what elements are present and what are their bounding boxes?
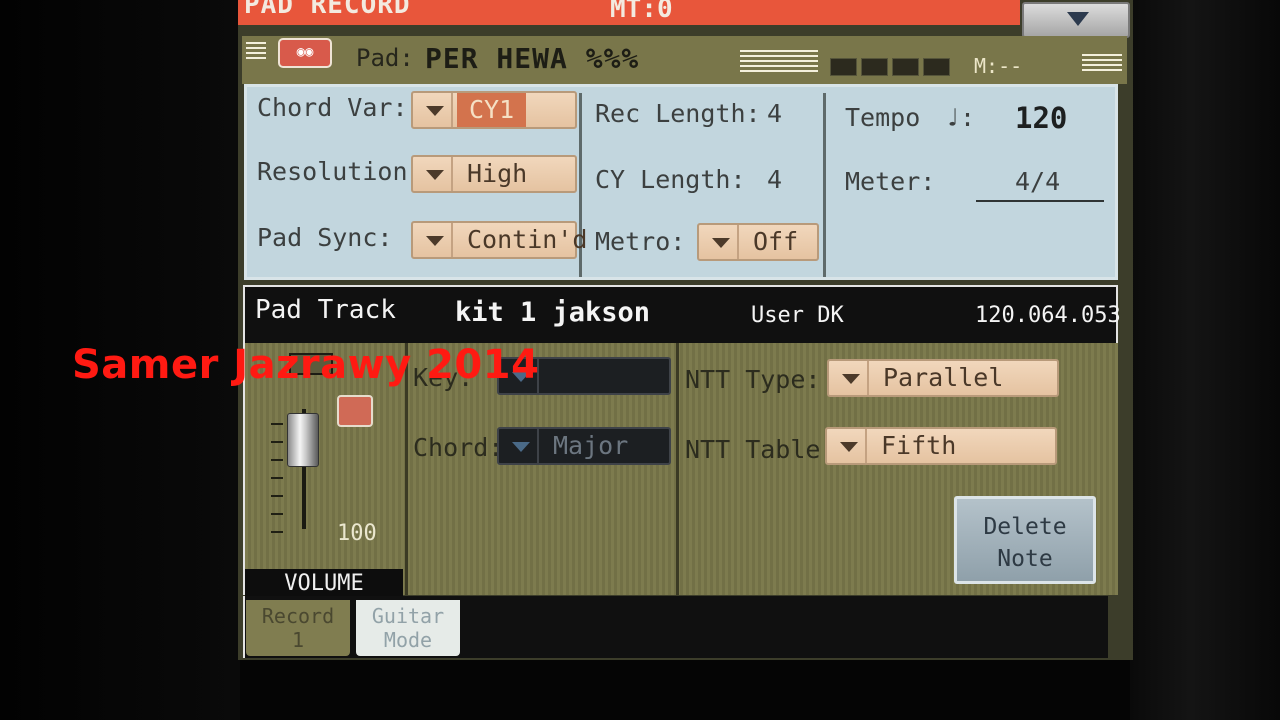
meter-value[interactable]: 4/4 [1015,167,1060,196]
ntt-type-value: Parallel [883,363,1004,392]
rec-length-value[interactable]: 4 [767,99,782,128]
track-address: 120.064.053 [975,303,1121,328]
delete-note-label-line2: Note [997,546,1053,572]
mt-indicator: MT:0 [610,0,673,24]
track-bank: User DK [751,303,844,328]
resolution-label: Resolution: [257,157,423,186]
pad-label: Pad: [356,44,414,72]
metro-label: Metro: [595,227,686,256]
pad-sync-value: Contin'd [467,225,588,254]
volume-label: VOLUME [245,569,403,599]
page-menu-button[interactable] [1022,2,1130,38]
track-name: kit 1 jakson [455,297,651,328]
fader-scale [271,423,283,535]
track-header: Pad Track kit 1 jakson User DK 120.064.0… [243,285,1121,343]
dropdown-arrow-icon [419,157,453,191]
pad-sync-label: Pad Sync: [257,223,393,252]
pad-name[interactable]: PER HEWA %%% [425,42,639,75]
bezel-right [1130,0,1280,720]
meter-label: Meter: [845,167,936,196]
ntt-type-dropdown[interactable]: Parallel [827,359,1059,397]
track-label: Pad Track [255,295,396,325]
tempo-label: Tempo [845,103,921,132]
dropdown-arrow-icon [835,361,869,395]
metro-value: Off [753,227,799,256]
tempo-value[interactable]: 120 [1015,101,1067,135]
chord-label: Chord: [413,433,504,462]
delete-note-button[interactable]: Delete Note [954,496,1096,584]
cy-length-value[interactable]: 4 [767,165,782,194]
volume-value: 100 [337,521,377,546]
dropdown-arrow-icon [705,225,739,259]
lines-icon [740,50,818,72]
delete-note-label-line1: Delete [983,514,1067,540]
tab-record-1[interactable]: Record 1 [246,600,350,656]
chord-dropdown[interactable]: Major [497,427,671,465]
chevron-down-icon [1067,12,1089,26]
dropdown-arrow-icon [833,429,867,463]
divider [676,343,679,595]
resolution-value: High [467,159,528,188]
rec-length-label: Rec Length: [595,99,761,128]
dropdown-arrow-icon [419,93,453,127]
chord-var-label: Chord Var: [257,93,408,122]
dropdown-arrow-icon [419,223,453,257]
cy-length-label: CY Length: [595,165,746,194]
watermark-text: Samer Jazrawy 2014 [72,342,540,388]
tab-label: Guitar [371,604,445,628]
page-title: PAD RECORD [244,0,411,20]
pad-header: ◉◉ Pad: PER HEWA %%% M:-- [242,36,1127,84]
tab-label: 1 [291,628,305,652]
ntt-table-value: Fifth [881,431,957,460]
chord-var-value: CY1 [457,93,527,127]
title-bar: PAD RECORD MT:0 [238,0,1020,25]
tab-label: Mode [383,628,433,652]
grip-icon [246,42,266,62]
settings-panel: Chord Var: CY1 Resolution: High Pad Sync… [244,84,1118,280]
beat-meter [830,58,950,76]
tape-record-icon [337,395,373,427]
quarter-note-icon: ♩: [945,103,976,132]
ntt-table-label: NTT Table: [685,435,836,464]
resolution-dropdown[interactable]: High [411,155,577,193]
dropdown-arrow-icon [505,429,539,463]
grip-icon [1082,54,1122,74]
chord-var-dropdown[interactable]: CY1 [411,91,577,129]
tape-record-icon: ◉◉ [278,38,332,68]
pad-sync-dropdown[interactable]: Contin'd [411,221,587,259]
meter-underline [976,200,1104,202]
tab-guitar-mode[interactable]: Guitar Mode [356,600,460,656]
metro-dropdown[interactable]: Off [697,223,819,261]
ntt-table-dropdown[interactable]: Fifth [825,427,1057,465]
chord-value: Major [553,431,629,460]
tab-label: Record [261,604,335,628]
ntt-type-label: NTT Type: [685,365,821,394]
measure-counter: M:-- [974,54,1023,78]
volume-fader-knob[interactable] [287,413,319,467]
divider [823,93,826,277]
